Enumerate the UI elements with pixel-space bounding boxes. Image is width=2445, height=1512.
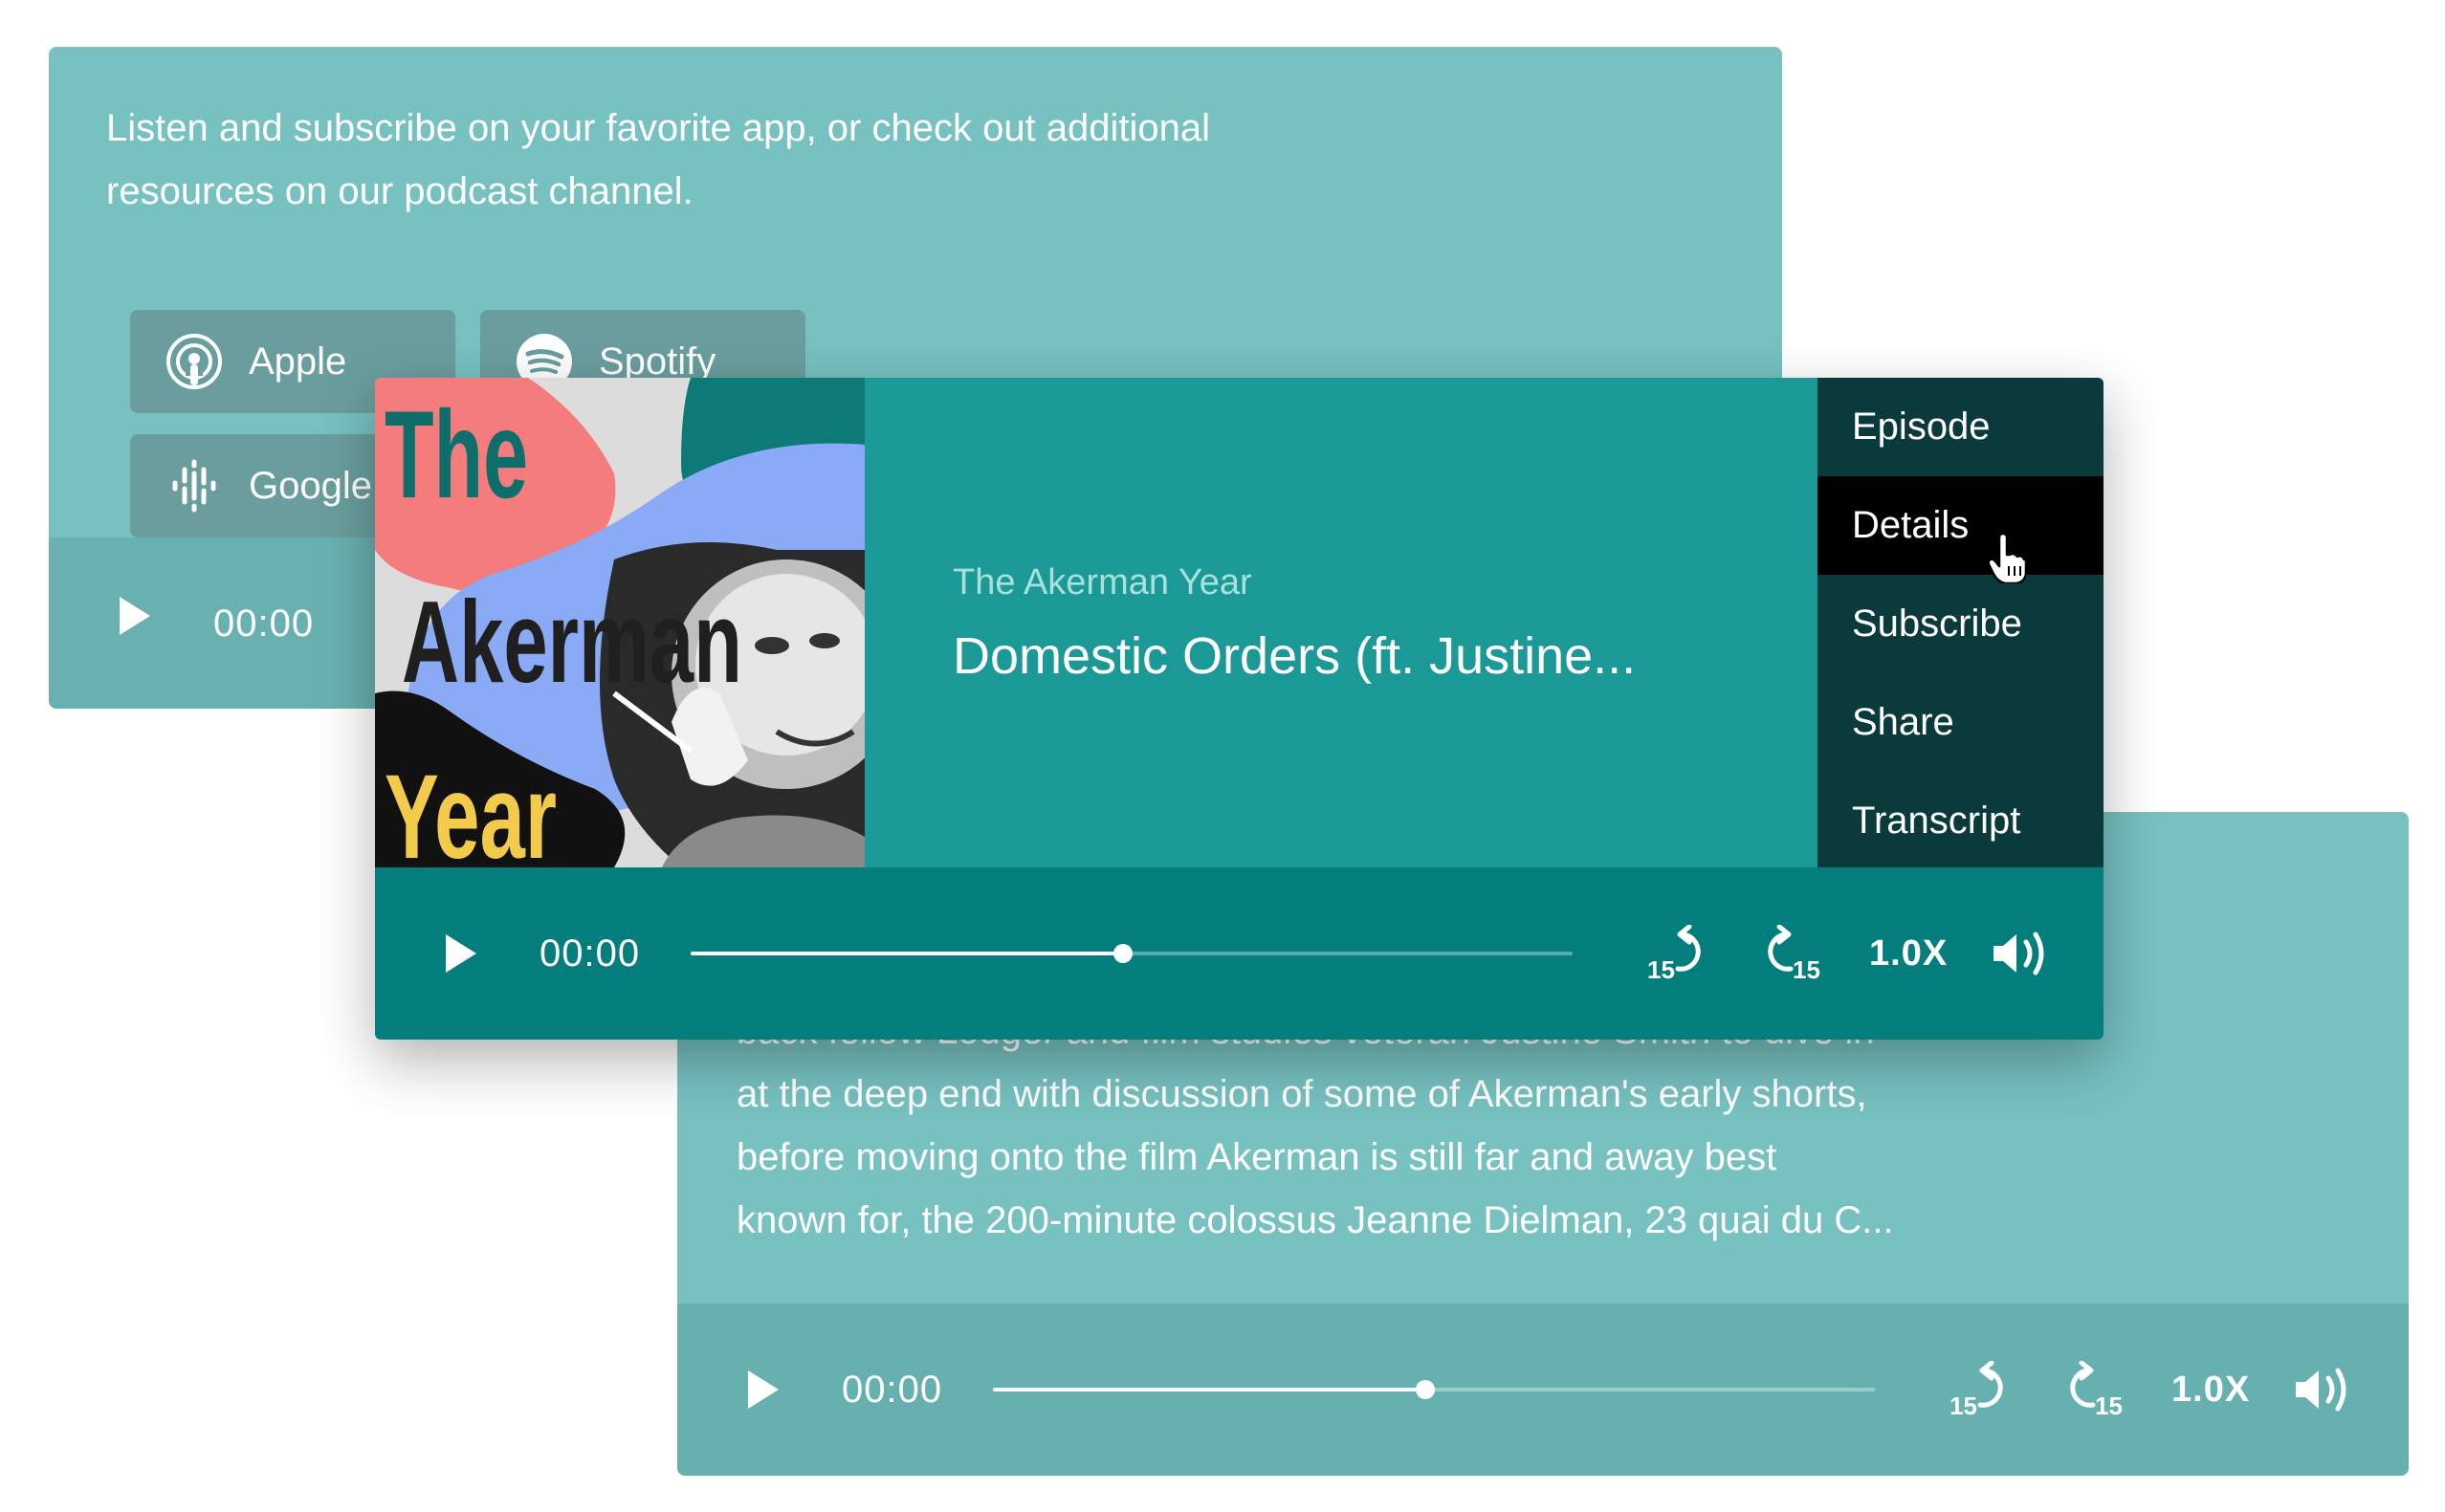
description-card-player: 00:00 15 15 1.0X <box>677 1304 2409 1476</box>
forward-15-icon: 15 <box>1768 925 1820 982</box>
volume-button[interactable] <box>2292 1363 2353 1416</box>
rewind-15-icon: 15 <box>1949 1361 2003 1418</box>
episode-title: Domestic Orders (ft. Justine... <box>953 627 1637 685</box>
playback-speed[interactable]: 1.0X <box>2171 1359 2250 1420</box>
intro-line-1: Listen and subscribe on your favorite ap… <box>106 107 1211 149</box>
episode-info: The Akerman Year Domestic Orders (ft. Ju… <box>953 559 1699 690</box>
description-line: known for, the 200-minute colossus Jeann… <box>737 1199 1894 1241</box>
play-icon <box>446 934 476 973</box>
rewind-seconds: 15 <box>1647 955 1675 982</box>
menu-item-label: Transcript <box>1852 800 2021 842</box>
subscribe-intro: Listen and subscribe on your favorite ap… <box>106 97 1445 223</box>
menu-item-details[interactable]: Details <box>1817 476 2104 583</box>
rewind-seconds: 15 <box>1949 1391 1977 1418</box>
menu-item-label: Share <box>1852 701 1954 743</box>
progress-slider[interactable] <box>691 944 1573 963</box>
menu-item-label: Details <box>1852 504 1970 546</box>
description-line: before moving onto the film Akerman is s… <box>737 1136 1777 1178</box>
play-icon <box>120 597 150 635</box>
progress-fill <box>993 1388 1425 1391</box>
podcast-player: The Akerman Year The Akerman Year Domest… <box>375 378 2104 1040</box>
artwork-image: The Akerman Year <box>375 378 865 867</box>
forward-15-icon: 15 <box>2070 1361 2123 1418</box>
podcast-icon <box>166 334 222 389</box>
menu-item-transcript[interactable]: Transcript <box>1817 772 2104 870</box>
menu-item-subscribe[interactable]: Subscribe <box>1817 575 2104 673</box>
menu-item-share[interactable]: Share <box>1817 673 2104 772</box>
menu-item-label: Subscribe <box>1852 603 2022 645</box>
current-time: 00:00 <box>842 1369 943 1411</box>
play-icon <box>748 1370 779 1409</box>
podcast-artwork: The Akerman Year <box>375 378 865 867</box>
progress-knob[interactable] <box>1112 944 1133 963</box>
show-title: The Akerman Year <box>953 562 1252 603</box>
apple-label: Apple <box>249 340 347 383</box>
description-line: at the deep end with discussion of some … <box>737 1073 1867 1115</box>
google-podcasts-icon <box>172 459 216 513</box>
artwork-word-akerman: Akerman <box>402 577 742 707</box>
current-time: 00:00 <box>540 932 641 975</box>
player-controls: 00:00 15 15 1.0X <box>375 867 2104 1040</box>
volume-icon <box>1993 931 2044 975</box>
rewind-button[interactable]: 15 <box>1948 1361 2011 1418</box>
progress-knob[interactable] <box>1415 1380 1435 1399</box>
progress-slider[interactable] <box>993 1380 1875 1399</box>
volume-button[interactable] <box>1990 927 2051 980</box>
forward-seconds: 15 <box>2095 1391 2123 1418</box>
progress-fill <box>691 952 1123 955</box>
forward-button[interactable]: 15 <box>2062 1361 2126 1418</box>
spotify-label: Spotify <box>599 340 716 383</box>
rewind-15-icon: 15 <box>1647 925 1701 982</box>
play-button[interactable] <box>744 1367 782 1413</box>
menu-item-episode[interactable]: Episode <box>1817 378 2104 476</box>
forward-button[interactable]: 15 <box>1760 925 1823 982</box>
rewind-button[interactable]: 15 <box>1645 925 1708 982</box>
google-label: Google <box>249 464 372 507</box>
play-button[interactable] <box>116 593 154 639</box>
current-time: 00:00 <box>213 603 315 645</box>
player-header: The Akerman Year The Akerman Year Domest… <box>375 378 2104 867</box>
forward-seconds: 15 <box>1793 955 1820 982</box>
playback-speed[interactable]: 1.0X <box>1869 923 1948 984</box>
artwork-word-year: Year <box>385 751 557 867</box>
volume-icon <box>2296 1368 2346 1412</box>
menu-item-label: Episode <box>1852 405 1991 448</box>
play-button[interactable] <box>442 931 480 976</box>
artwork-word-the: The <box>385 384 528 524</box>
player-menu: Episode Details Subscribe Share Transcri… <box>1817 378 2104 867</box>
intro-line-2: resources on our podcast channel. <box>106 170 694 212</box>
